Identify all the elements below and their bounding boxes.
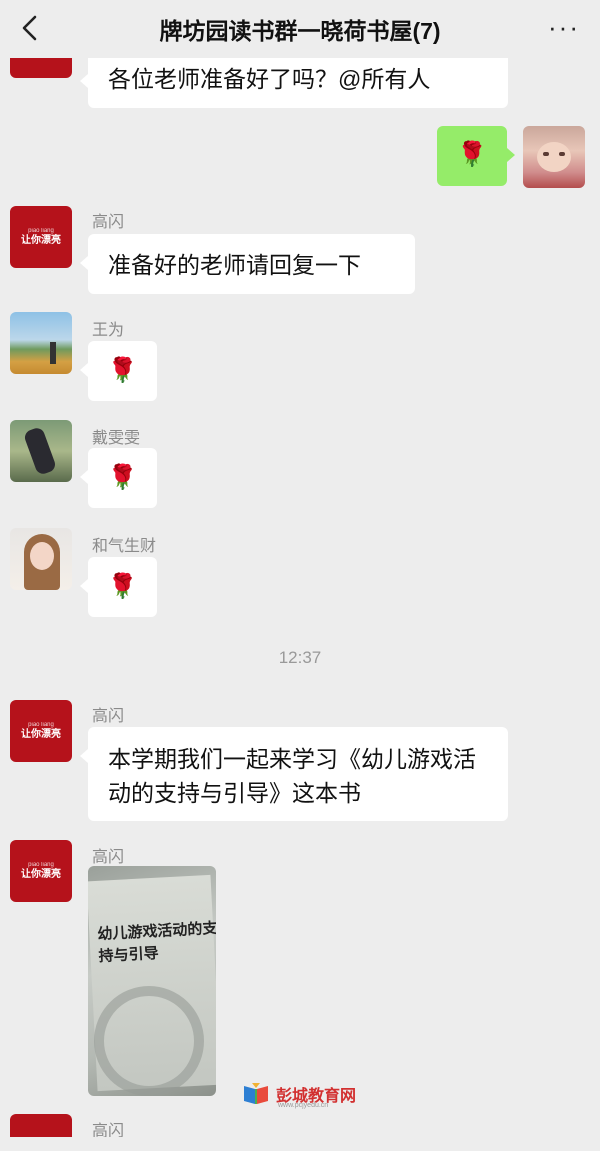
message-bubble[interactable]: 本学期我们一起来学习《幼儿游戏活动的支持与引导》这本书	[80, 727, 508, 821]
book-logo-icon	[242, 1082, 270, 1106]
message-bubble[interactable]: 🌹	[80, 341, 157, 401]
watermark: 彭城教育网 www.pcjyedu.cn	[242, 1082, 356, 1109]
avatar[interactable]	[10, 312, 72, 374]
watermark-url: www.pcjyedu.cn	[278, 1102, 329, 1109]
message-text: 本学期我们一起来学习《幼儿游戏活动的支持与引导》这本书	[108, 746, 476, 806]
avatar-text: 让你漂亮	[21, 869, 61, 880]
message-bubble[interactable]: 🌹	[80, 448, 157, 508]
sender-name: 和气生财	[92, 538, 157, 555]
chat-header: 牌坊园读书群一晓荷书屋(7) ···	[0, 0, 600, 58]
bottom-edge	[0, 1137, 600, 1151]
more-button[interactable]: ···	[548, 14, 580, 40]
sender-name: 高闪	[92, 708, 125, 725]
sender-name: 高闪	[92, 214, 125, 231]
sender-name: 王为	[92, 322, 125, 339]
message-bubble[interactable]: 准备好的老师请回复一下	[80, 234, 415, 294]
message-text: 各位老师准备好了吗？@所有人	[108, 66, 431, 92]
avatar[interactable]: piao liang 让你漂亮	[10, 700, 72, 762]
message-bubble[interactable]: 🌹	[80, 557, 157, 617]
message-bubble[interactable]: 各位老师准备好了吗？@所有人	[80, 52, 508, 108]
avatar[interactable]	[10, 528, 72, 590]
book-decoration	[94, 986, 204, 1096]
avatar[interactable]: piao liang 让你漂亮	[10, 206, 72, 268]
avatar-subtext: piao liang	[28, 228, 54, 234]
avatar-subtext: piao liang	[28, 722, 54, 728]
book-title: 幼儿游戏活动的支持与引导	[97, 918, 216, 966]
sender-name: 高闪	[92, 849, 125, 866]
avatar-text: 让你漂亮	[21, 235, 61, 246]
rose-emoji: 🌹	[107, 573, 138, 600]
avatar-subtext: piao liang	[28, 862, 54, 868]
avatar-text: 让你漂亮	[21, 729, 61, 740]
message-bubble[interactable]: 🌹	[437, 126, 515, 186]
rose-emoji: 🌹	[457, 141, 487, 168]
avatar[interactable]: piao liang 让你漂亮	[10, 840, 72, 902]
sender-name: 戴雯雯	[92, 430, 141, 447]
message-timestamp: 12:37	[278, 648, 322, 667]
message-image[interactable]: 幼儿游戏活动的支持与引导	[88, 866, 216, 1096]
chat-area[interactable]: 各位老师准备好了吗？@所有人 🌹 piao liang 让你漂亮 高闪 准备好的…	[0, 0, 600, 1151]
chevron-left-icon	[22, 15, 37, 41]
avatar[interactable]	[10, 420, 72, 482]
message-text: 准备好的老师请回复一下	[108, 252, 361, 278]
rose-emoji: 🌹	[107, 357, 138, 384]
back-button[interactable]	[12, 10, 48, 46]
chat-title: 牌坊园读书群一晓荷书屋(7)	[159, 18, 441, 44]
rose-emoji: 🌹	[107, 464, 138, 491]
avatar[interactable]	[523, 126, 585, 188]
